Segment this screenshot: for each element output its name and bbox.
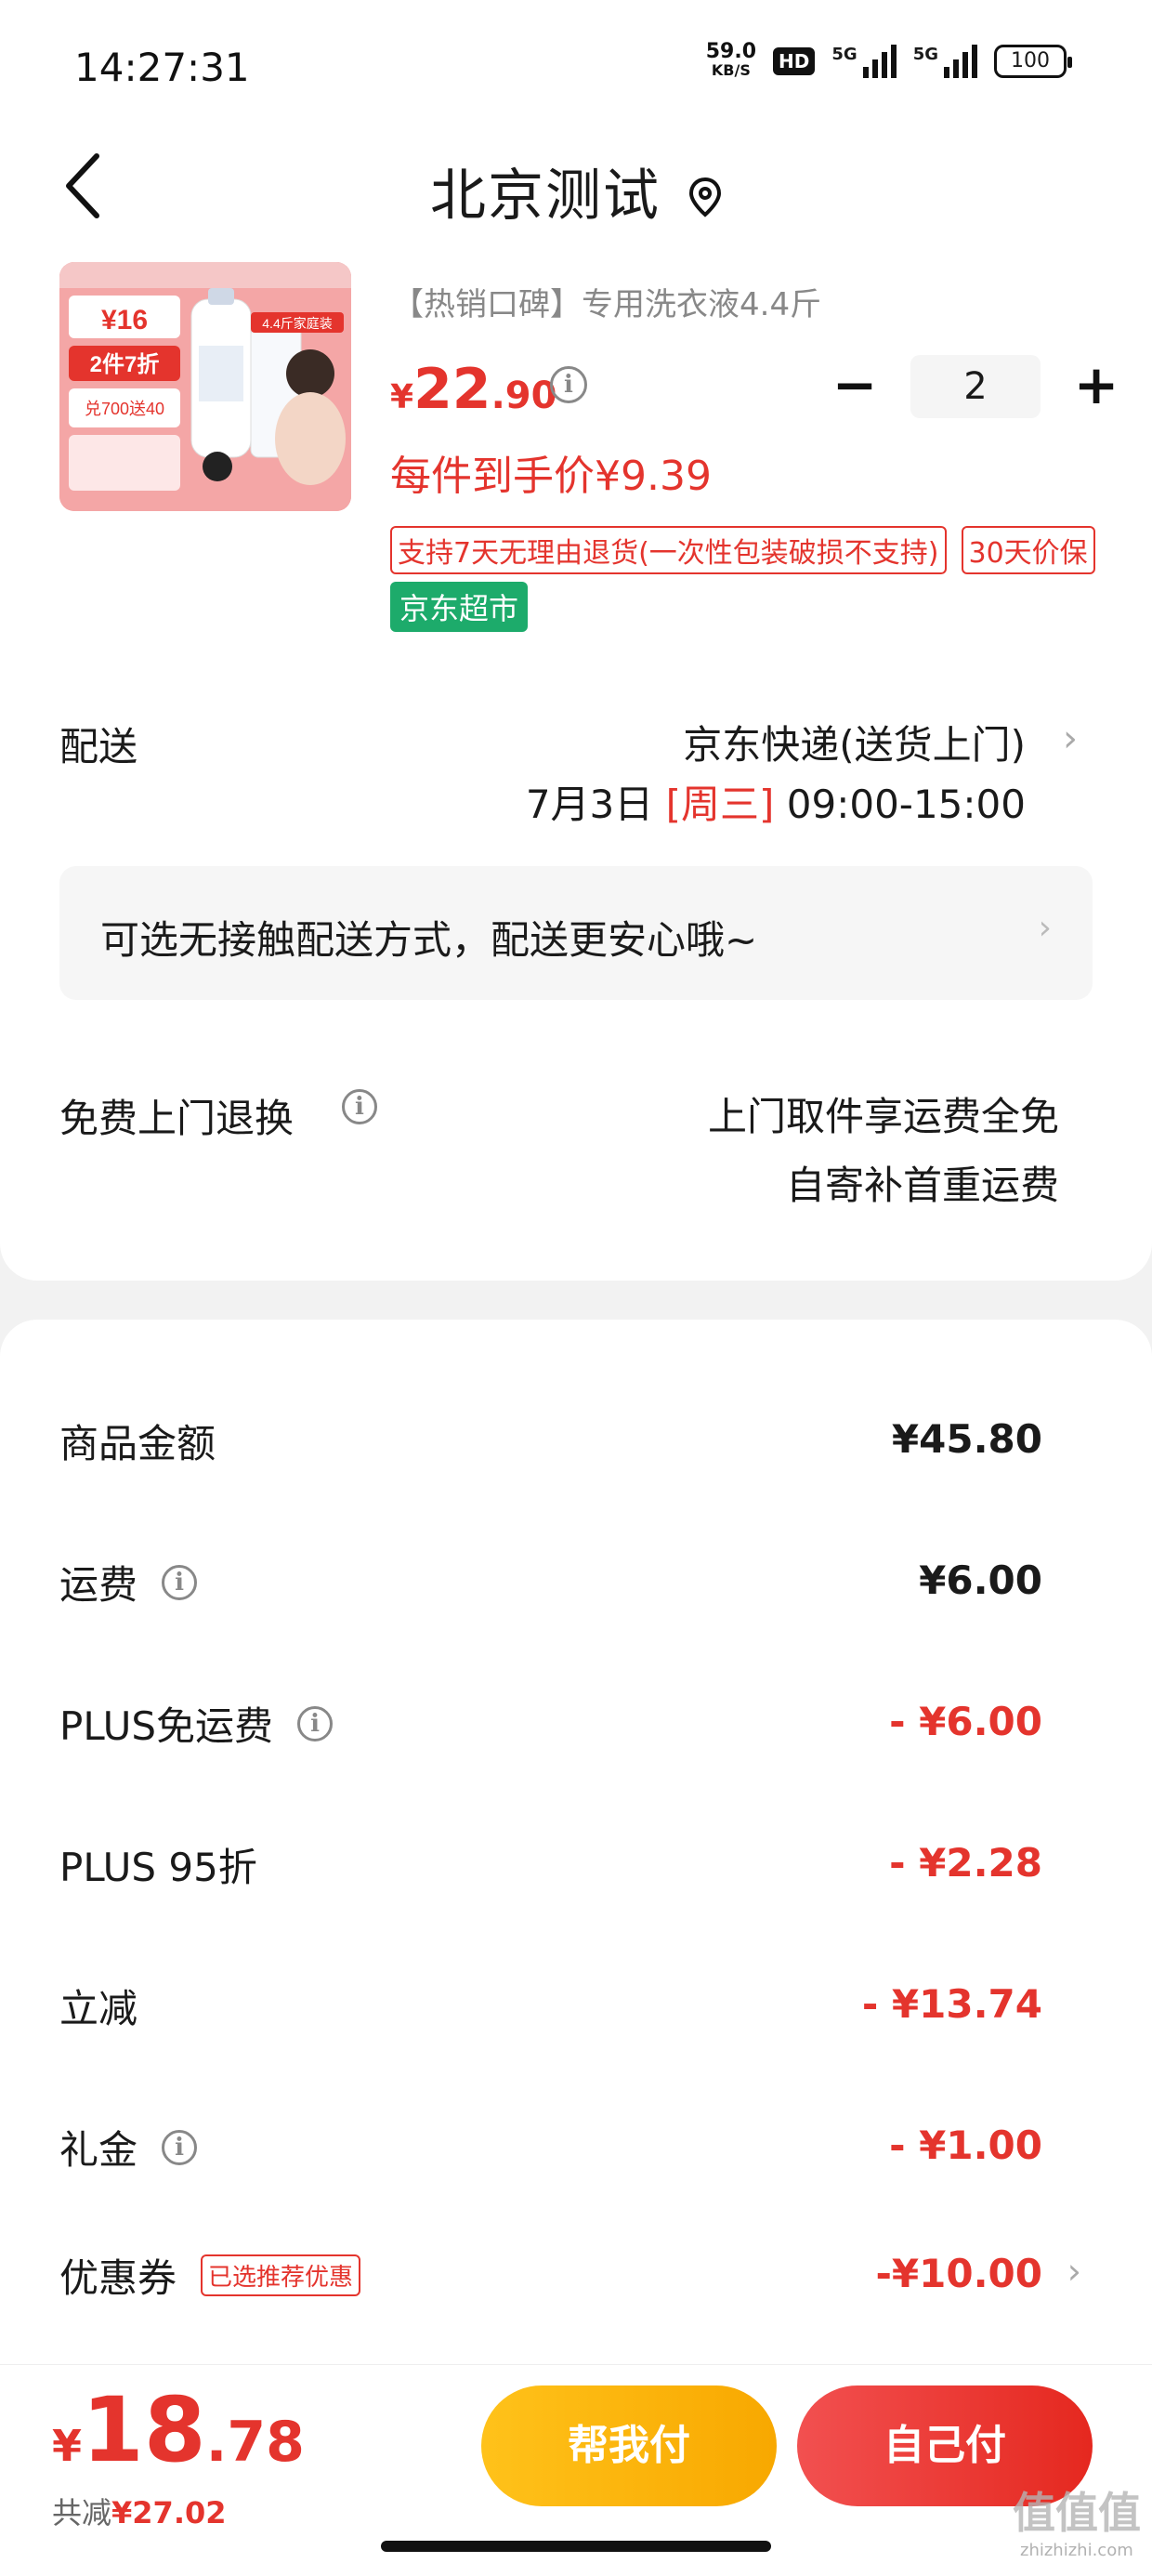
chevron-right-icon: › <box>1038 909 1052 947</box>
header: 北京测试 <box>0 130 1152 242</box>
network-speed: 59.0 KB/S <box>705 40 757 80</box>
coupon-row[interactable]: 优惠券 已选推荐优惠 -¥10.00 › <box>0 2247 1152 2321</box>
price-protect-tag: 30天价保 <box>961 526 1095 574</box>
chevron-right-icon[interactable]: › <box>1063 717 1078 760</box>
return-info-icon[interactable]: i <box>342 1089 377 1124</box>
product-image[interactable]: ¥16 2件7折 兑700送40 4.4斤家庭装 <box>59 262 351 511</box>
instant-discount-row: 立减 - ¥13.74 <box>59 1981 1042 2031</box>
return-self-ship-text: 自寄补首重运费 <box>785 1163 1059 1208</box>
quantity-stepper: − 2 + <box>827 355 1124 418</box>
plus-discount-row: PLUS 95折 - ¥2.28 <box>59 1840 1042 1890</box>
goods-amount-row: 商品金额 ¥45.80 <box>59 1416 1042 1466</box>
total-saved: 共减¥27.02 <box>52 2495 227 2530</box>
order-item-card: ¥16 2件7折 兑700送40 4.4斤家庭装 【热销口碑】专用洗衣液4.4斤… <box>0 242 1152 1281</box>
quantity-input[interactable]: 2 <box>910 355 1041 418</box>
shipping-info-icon[interactable]: i <box>162 1564 198 1600</box>
watermark-url: zhizhizhi.com <box>1020 2541 1133 2560</box>
decrease-button[interactable]: − <box>827 358 883 414</box>
contactless-delivery-banner[interactable]: 可选无接触配送方式，配送更安心哦~ › <box>59 866 1093 1000</box>
delivery-time[interactable]: 7月3日 [周三] 09:00-15:00 <box>526 773 1026 830</box>
plus-free-shipping-row: PLUS免运费 i - ¥6.00 <box>59 1699 1042 1749</box>
product-subtitle: 【热销口碑】专用洗衣液4.4斤 <box>392 286 822 323</box>
coupon-recommended-tag: 已选推荐优惠 <box>201 2254 361 2296</box>
product-price: ¥22.90 <box>390 357 557 422</box>
gift-money-row: 礼金 i - ¥1.00 <box>59 2123 1042 2173</box>
watermark-logo: 值值值 <box>1013 2488 1141 2538</box>
signal-icon: 5G <box>831 45 897 78</box>
return-policy-tag: 支持7天无理由退货(一次性包装破损不支持) <box>390 526 947 574</box>
svg-text:¥16: ¥16 <box>101 305 148 335</box>
battery-icon: 100 <box>994 45 1072 78</box>
price-info-icon[interactable]: i <box>550 366 587 403</box>
svg-text:4.4斤家庭装: 4.4斤家庭装 <box>262 316 332 331</box>
delivery-method[interactable]: 京东快递(送货上门) <box>683 714 1026 770</box>
total-price: ¥18.78 <box>52 2378 305 2482</box>
free-return-label: 免费上门退换 <box>59 1096 295 1141</box>
contactless-text: 可选无接触配送方式，配送更安心哦~ <box>100 917 758 963</box>
shipping-row: 运费 i ¥6.00 <box>59 1557 1042 1608</box>
help-me-pay-button[interactable]: 帮我付 <box>481 2385 777 2506</box>
status-icons: 59.0 KB/S HD 5G 5G 100 <box>705 40 1072 80</box>
increase-button[interactable]: + <box>1068 358 1124 414</box>
service-tags: 支持7天无理由退货(一次性包装破损不支持) 30天价保 <box>390 526 1095 574</box>
svg-text:兑700送40: 兑700送40 <box>85 400 164 418</box>
status-bar: 14:27:31 59.0 KB/S HD 5G 5G 100 <box>0 0 1152 130</box>
unit-final-price: 每件到手价¥9.39 <box>390 453 712 500</box>
home-indicator[interactable] <box>381 2541 771 2552</box>
delivery-label: 配送 <box>59 724 138 769</box>
status-time: 14:27:31 <box>74 45 250 90</box>
gift-info-icon[interactable]: i <box>162 2129 198 2165</box>
return-pickup-text: 上门取件享运费全免 <box>707 1094 1059 1139</box>
page-title[interactable]: 北京测试 <box>0 151 1152 231</box>
chevron-right-icon: › <box>1067 2251 1081 2292</box>
store-tag: 京东超市 <box>390 582 529 632</box>
svg-text:2件7折: 2件7折 <box>90 352 160 377</box>
location-icon <box>688 166 722 231</box>
signal-icon-2: 5G <box>913 45 977 78</box>
hd-icon: HD <box>773 47 816 75</box>
plus-info-icon[interactable]: i <box>297 1705 334 1741</box>
